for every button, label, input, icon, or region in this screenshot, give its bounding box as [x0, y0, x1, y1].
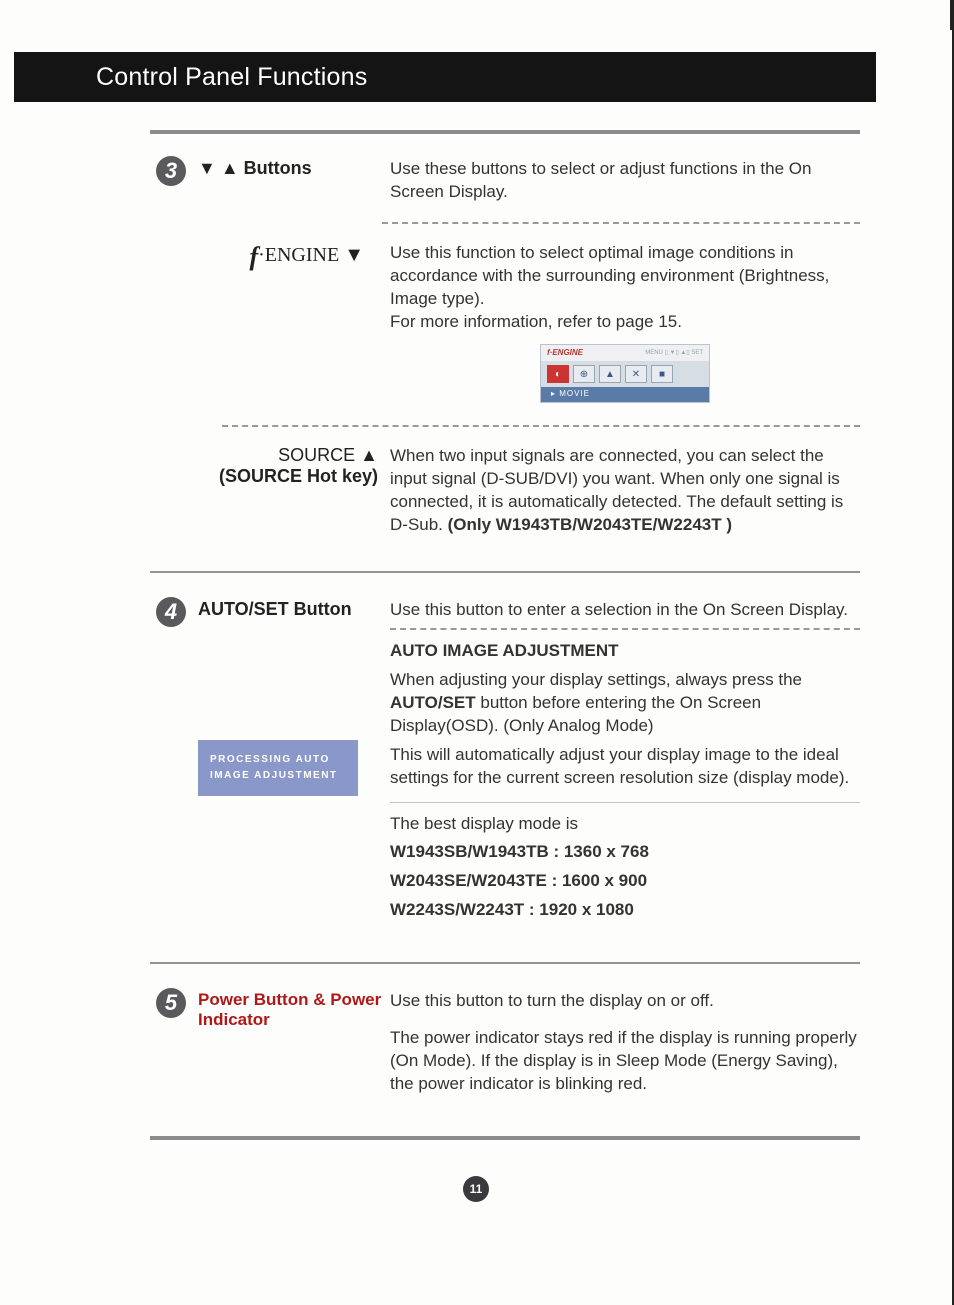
proc-line-2: IMAGE ADJUSTMENT	[210, 768, 346, 784]
osd-thumbnail: f·ENGINE MENU ▯ ▼▯ ▲▯ SET ◐ ⊕ ▲ ✕ ■ ▸ MO…	[540, 344, 710, 404]
osd-footer: ▸ MOVIE	[541, 387, 709, 402]
s4-res3: W2243S/W2243T : 1920 x 1080	[390, 899, 860, 922]
osd-menu: MENU ▯ ▼▯ ▲▯ SET	[645, 349, 703, 357]
osd-icon-row: ◐ ⊕ ▲ ✕ ■	[541, 361, 709, 387]
label-buttons: Buttons	[244, 158, 312, 178]
s4-desc1: Use this button to enter a selection in …	[390, 599, 860, 622]
autoset-label: AUTO/SET Button	[198, 599, 352, 619]
section-4-label: AUTO/SET Button PROCESSING AUTO IMAGE AD…	[198, 599, 390, 796]
section-fengine: f·ENGINE ▼ Use this function to select o…	[150, 242, 860, 407]
s4-p2: This will automatically adjust your disp…	[390, 744, 860, 790]
fengine-label: f·ENGINE ▼	[198, 242, 390, 272]
page-number: 11	[463, 1176, 489, 1202]
source-label-col: SOURCE ▲ (SOURCE Hot key)	[198, 445, 390, 487]
s4-subheader: AUTO IMAGE ADJUSTMENT	[390, 640, 860, 663]
page: Control Panel Functions 3 ▼ ▲ Buttons Us…	[0, 0, 954, 1305]
proc-line-1: PROCESSING AUTO	[210, 752, 346, 768]
section-5: 5 Power Button & Power Indicator Use thi…	[150, 990, 860, 1102]
badge-3: 3	[156, 156, 186, 186]
section-5-body: Use this button to turn the display on o…	[390, 990, 860, 1102]
divider-solid-2	[150, 962, 860, 964]
s4-res2: W2043SE/W2043TE : 1600 x 900	[390, 870, 860, 893]
source-desc: When two input signals are connected, yo…	[390, 445, 860, 537]
divider-dashed	[382, 222, 860, 224]
s4-p1: When adjusting your display settings, al…	[390, 669, 860, 738]
badge-5: 5	[156, 988, 186, 1018]
s5-desc2: The power indicator stays red if the dis…	[390, 1027, 860, 1096]
fengine-text: ·ENGINE ▼	[258, 244, 364, 266]
osd-brand: f·ENGINE	[547, 348, 583, 359]
content-area: 3 ▼ ▲ Buttons Use these buttons to selec…	[150, 130, 860, 1140]
fengine-desc-text: Use this function to select optimal imag…	[390, 243, 829, 331]
crop-mark	[950, 0, 953, 30]
section-source: SOURCE ▲ (SOURCE Hot key) When two input…	[150, 445, 860, 537]
osd-icon-user: ◐	[547, 365, 569, 383]
processing-box: PROCESSING AUTO IMAGE ADJUSTMENT	[198, 740, 358, 796]
source-desc-bold: (Only W1943TB/W2043TE/W2243T )	[448, 515, 732, 534]
osd-icon-x: ✕	[625, 365, 647, 383]
divider-dashed-2	[222, 425, 860, 427]
f-italic-icon: f	[249, 242, 258, 272]
header-bar: Control Panel Functions	[14, 52, 876, 102]
divider-dashed-3	[390, 628, 860, 630]
osd-icon-internet: ⊕	[573, 365, 595, 383]
section-4: 4 AUTO/SET Button PROCESSING AUTO IMAGE …	[150, 599, 860, 928]
section-3: 3 ▼ ▲ Buttons Use these buttons to selec…	[150, 158, 860, 204]
s4-res1: W1943SB/W1943TB : 1360 x 768	[390, 841, 860, 864]
source-label-1: SOURCE ▲	[198, 445, 378, 466]
fengine-desc: Use this function to select optimal imag…	[390, 242, 860, 407]
section-3-desc: Use these buttons to select or adjust fu…	[390, 158, 860, 204]
osd-top: f·ENGINE MENU ▯ ▼▯ ▲▯ SET	[541, 345, 709, 362]
header-title: Control Panel Functions	[96, 63, 367, 91]
arrow-down-icon: ▼ ▲	[198, 158, 244, 178]
badge-4: 4	[156, 597, 186, 627]
s4-p3: The best display mode is	[390, 813, 860, 836]
section-5-label: Power Button & Power Indicator	[198, 990, 390, 1030]
s5-desc1: Use this button to turn the display on o…	[390, 990, 860, 1013]
osd-icon-picture: ▲	[599, 365, 621, 383]
divider-solid	[150, 571, 860, 573]
source-label-2: (SOURCE Hot key)	[198, 466, 378, 487]
divider-light	[390, 802, 860, 803]
section-4-body: Use this button to enter a selection in …	[390, 599, 860, 928]
section-3-label: ▼ ▲ Buttons	[198, 158, 390, 179]
osd-icon-settings: ■	[651, 365, 673, 383]
